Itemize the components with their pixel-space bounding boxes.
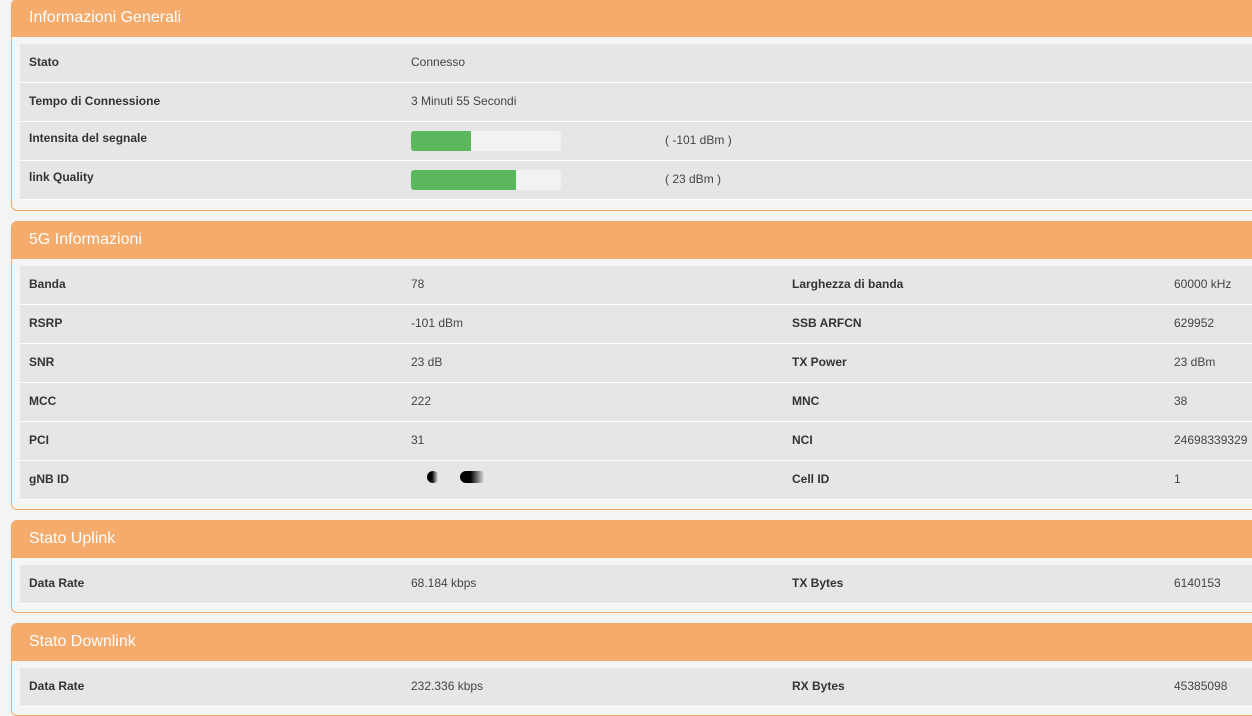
row-mcc: MCC 222 MNC 38 (20, 383, 1252, 422)
label: Cell ID (792, 472, 830, 486)
label: TX Power (792, 355, 847, 369)
label: RX Bytes (792, 679, 845, 693)
label: MCC (29, 394, 57, 408)
row-pci: PCI 31 NCI 24698339329 (20, 422, 1252, 461)
row-data-rate: Data Rate 232.336 kbps RX Bytes 45385098 (20, 668, 1252, 707)
redacted-value (427, 471, 439, 483)
value: 45385098 (1174, 679, 1228, 693)
value: -101 dBm (411, 316, 464, 330)
value: 23 dBm (1174, 355, 1216, 369)
label: Intensita del segnale (29, 131, 148, 145)
row-snr: SNR 23 dB TX Power 23 dBm (20, 344, 1252, 383)
row-signal: Intensita del segnale ( -101 dBm ) (20, 122, 1252, 161)
panel-title: Informazioni Generali (12, 0, 1252, 37)
row-tempo: Tempo di Connessione 3 Minuti 55 Secondi (20, 83, 1252, 122)
row-data-rate: Data Rate 68.184 kbps TX Bytes 6140153 (20, 565, 1252, 604)
link-quality-dbm: ( 23 dBm ) (665, 172, 722, 186)
value: 24698339329 (1174, 433, 1248, 447)
value: 629952 (1174, 316, 1215, 330)
label: SNR (29, 355, 55, 369)
signal-bar (411, 131, 561, 151)
value: 3 Minuti 55 Secondi (411, 94, 517, 108)
value: 232.336 kbps (411, 679, 484, 693)
label: TX Bytes (792, 576, 844, 590)
row-gnb-id: gNB ID Cell ID 1 (20, 461, 1252, 500)
row-banda: Banda 78 Larghezza di banda 60000 kHz (20, 266, 1252, 305)
panel-title: Stato Uplink (12, 521, 1252, 558)
redacted-value (460, 471, 486, 483)
panel-general: Informazioni Generali Stato Connesso Temp… (11, 0, 1252, 211)
label: Stato (29, 55, 59, 69)
label: link Quality (29, 170, 94, 184)
label: Tempo di Connessione (29, 94, 161, 108)
panel-uplink: Stato Uplink Data Rate 68.184 kbps TX Byte… (11, 520, 1252, 613)
value: 1 (1174, 472, 1181, 486)
value: 23 dB (411, 355, 443, 369)
value: 78 (411, 277, 425, 291)
panel-title: Stato Downlink (12, 624, 1252, 661)
value: 222 (411, 394, 432, 408)
label: Larghezza di banda (792, 277, 904, 291)
value: Connesso (411, 55, 466, 69)
label: PCI (29, 433, 50, 447)
label: Data Rate (29, 679, 85, 693)
value: 68.184 kbps (411, 576, 477, 590)
panel-5g: 5G Informazioni Banda 78 Larghezza di band… (11, 221, 1252, 510)
panel-downlink: Stato Downlink Data Rate 232.336 kbps RX B… (11, 623, 1252, 716)
value: 6140153 (1174, 576, 1221, 590)
label: gNB ID (29, 472, 69, 486)
value: 31 (411, 433, 425, 447)
panel-title: 5G Informazioni (12, 222, 1252, 259)
signal-dbm: ( -101 dBm ) (665, 133, 732, 147)
label: Data Rate (29, 576, 85, 590)
label: NCI (792, 433, 813, 447)
label: Banda (29, 277, 66, 291)
link-quality-bar-fill (411, 170, 516, 190)
label: MNC (792, 394, 820, 408)
label: SSB ARFCN (792, 316, 862, 330)
row-rsrp: RSRP -101 dBm SSB ARFCN 629952 (20, 305, 1252, 344)
link-quality-bar (411, 170, 561, 190)
value: 60000 kHz (1174, 277, 1232, 291)
value: 38 (1174, 394, 1188, 408)
row-stato: Stato Connesso (20, 44, 1252, 83)
signal-bar-fill (411, 131, 471, 151)
row-link-quality: link Quality ( 23 dBm ) (20, 161, 1252, 200)
label: RSRP (29, 316, 63, 330)
